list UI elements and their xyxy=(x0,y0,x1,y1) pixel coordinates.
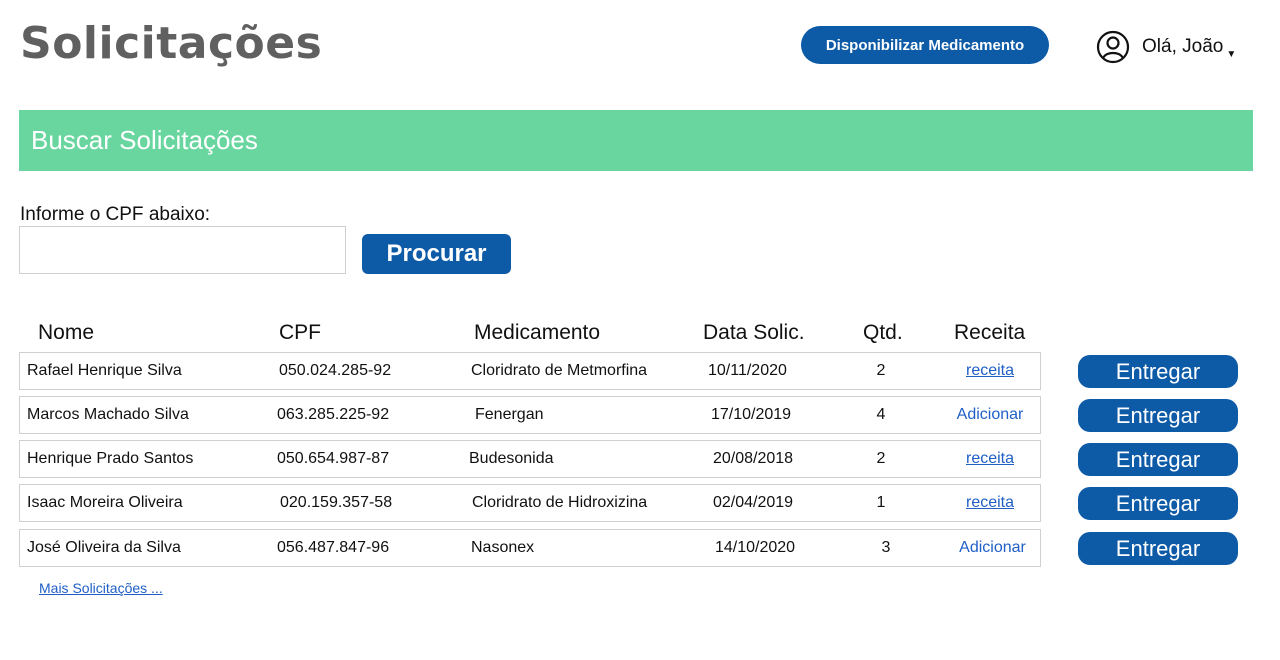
cell-nome: Marcos Machado Silva xyxy=(27,406,189,423)
deliver-button[interactable]: Entregar xyxy=(1078,399,1238,432)
cell-cpf: 020.159.357-58 xyxy=(280,494,393,511)
deliver-button[interactable]: Entregar xyxy=(1078,355,1238,388)
cell-qtd: 3 xyxy=(881,539,891,556)
cell-cpf: 050.654.987-87 xyxy=(277,450,390,467)
prescription-link[interactable]: receita xyxy=(950,353,1030,389)
add-prescription-link[interactable]: Adicionar xyxy=(950,397,1030,433)
cell-data: 20/08/2018 xyxy=(713,450,794,467)
cell-medicamento: Cloridrato de Hidroxizina xyxy=(472,494,648,511)
column-header-receita: Receita xyxy=(954,321,1026,344)
make-medication-available-button[interactable]: Disponibilizar Medicamento xyxy=(801,26,1049,64)
cell-medicamento: Budesonida xyxy=(469,450,554,467)
cell-qtd: 1 xyxy=(876,494,886,511)
cell-qtd: 4 xyxy=(876,406,886,423)
page: Solicitações Disponibilizar Medicamento … xyxy=(0,0,1280,660)
cpf-input[interactable] xyxy=(19,226,346,274)
prescription-link[interactable]: receita xyxy=(950,441,1030,477)
user-circle-icon xyxy=(1096,30,1130,64)
more-requests-link[interactable]: Mais Solicitações ... xyxy=(39,580,163,596)
column-header-qtd: Qtd. xyxy=(863,321,903,344)
cell-qtd: 2 xyxy=(876,362,886,379)
page-title: Solicitações xyxy=(20,18,323,69)
cell-cpf: 056.487.847-96 xyxy=(277,539,390,556)
column-header-data: Data Solic. xyxy=(703,321,805,344)
search-banner: Buscar Solicitações xyxy=(19,110,1253,171)
deliver-button[interactable]: Entregar xyxy=(1078,487,1238,520)
cell-qtd: 2 xyxy=(876,450,886,467)
cell-nome: Henrique Prado Santos xyxy=(27,450,194,467)
deliver-button[interactable]: Entregar xyxy=(1078,443,1238,476)
cell-nome: José Oliveira da Silva xyxy=(27,539,181,556)
cell-medicamento: Fenergan xyxy=(475,406,544,423)
prescription-link[interactable]: receita xyxy=(950,485,1030,521)
cell-nome: Isaac Moreira Oliveira xyxy=(27,494,183,511)
user-greeting: Olá, João xyxy=(1142,36,1224,57)
cpf-label: Informe o CPF abaixo: xyxy=(20,204,211,225)
table-row: Rafael Henrique Silva 050.024.285-92 Clo… xyxy=(19,352,1041,390)
table-row: Isaac Moreira Oliveira 020.159.357-58 Cl… xyxy=(19,484,1041,522)
table-row: Marcos Machado Silva 063.285.225-92 Fene… xyxy=(19,396,1041,434)
cell-data: 17/10/2019 xyxy=(711,406,792,423)
table-row: Henrique Prado Santos 050.654.987-87 Bud… xyxy=(19,440,1041,478)
column-header-medicamento: Medicamento xyxy=(474,321,601,344)
cell-medicamento: Cloridrato de Metmorfina xyxy=(471,362,648,379)
user-menu[interactable]: Olá, João ▼ xyxy=(1090,26,1252,68)
cell-nome: Rafael Henrique Silva xyxy=(27,362,182,379)
search-button[interactable]: Procurar xyxy=(362,234,511,274)
add-prescription-link[interactable]: Adicionar xyxy=(950,530,1035,566)
column-header-nome: Nome xyxy=(38,321,95,344)
table-row: José Oliveira da Silva 056.487.847-96 Na… xyxy=(19,529,1041,567)
cell-data: 14/10/2020 xyxy=(715,539,796,556)
search-banner-title: Buscar Solicitações xyxy=(31,125,258,155)
cell-cpf: 050.024.285-92 xyxy=(279,362,392,379)
cell-medicamento: Nasonex xyxy=(471,539,535,556)
cell-cpf: 063.285.225-92 xyxy=(277,406,390,423)
cell-data: 02/04/2019 xyxy=(713,494,794,511)
caret-down-icon: ▼ xyxy=(1226,48,1237,60)
deliver-button[interactable]: Entregar xyxy=(1078,532,1238,565)
cell-data: 10/11/2020 xyxy=(708,362,787,379)
column-header-cpf: CPF xyxy=(279,321,321,344)
